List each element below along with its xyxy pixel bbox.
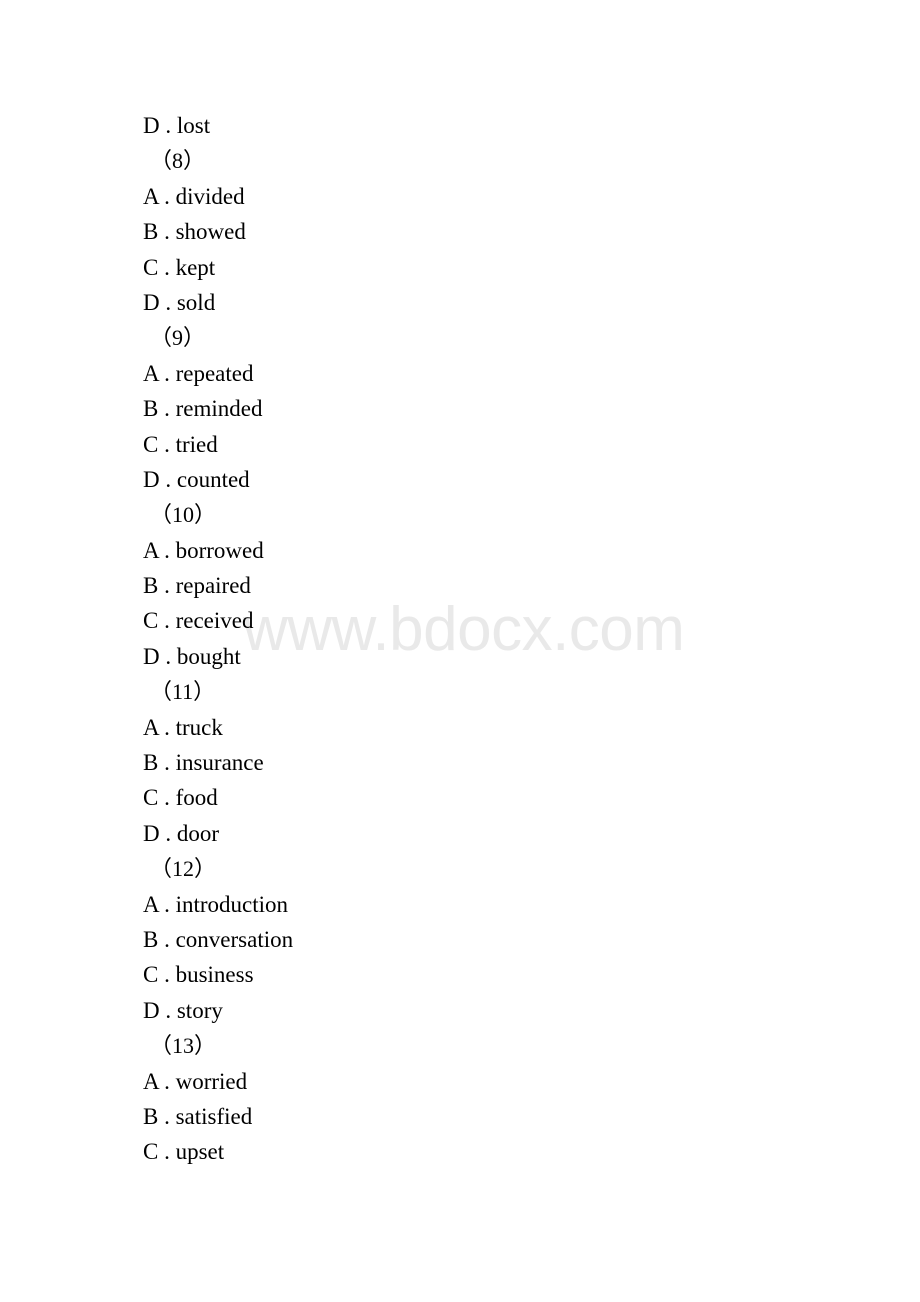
answer-option: D . lost [143,113,211,138]
answer-option: A . truck [143,714,223,740]
question-number: （10） [150,502,217,528]
answer-option: C . business [143,962,254,988]
answer-option: A . worried [143,1068,248,1094]
answer-option: C . kept [143,254,216,280]
answer-option: C . tried [143,431,218,457]
answer-option: C . upset [143,1139,225,1165]
answer-option: A . repeated [143,360,254,386]
answer-option: B . insurance [143,750,264,776]
question-number: （8） [150,148,206,174]
answer-option: A . divided [143,183,245,209]
question-number: （12） [150,856,217,882]
question-number: （13） [150,1033,217,1059]
answer-option: B . satisfied [143,1103,253,1129]
document-page: www.bdocx.com D . lost （8） A . divided B . … [0,0,920,1302]
answer-option: D . door [143,820,220,846]
answer-option: A . introduction [143,891,289,917]
answer-option: B . reminded [143,396,263,422]
answer-option: C . food [143,785,218,811]
answer-option: D . story [143,997,223,1023]
answer-option: D . sold [143,289,216,315]
answer-option: B . repaired [143,573,251,599]
answer-option: D . bought [143,643,241,669]
answer-option: A . borrowed [143,537,264,563]
question-number: （11） [150,679,216,705]
answer-option: C . received [143,608,254,634]
question-number: （9） [150,325,206,351]
answer-option: B . conversation [143,926,294,952]
question-list: D . lost （8） A . divided B . showed C . kept… [0,108,920,1170]
answer-option: D . counted [143,466,250,492]
answer-option: B . showed [143,219,246,245]
